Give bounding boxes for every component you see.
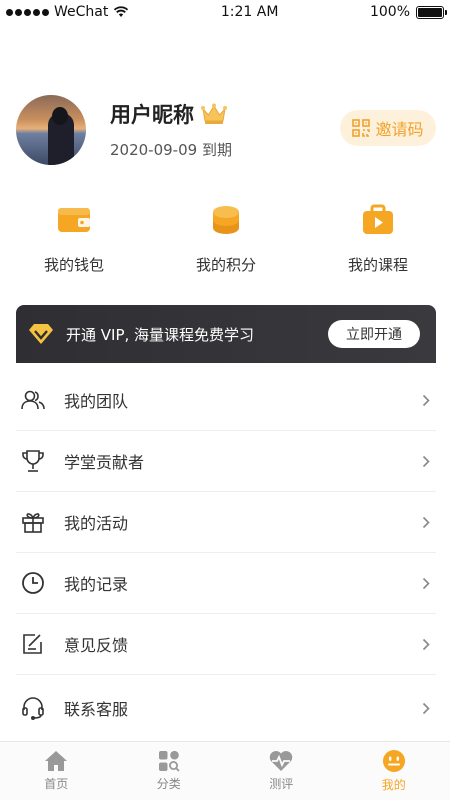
category-icon [158,750,180,772]
tab-category[interactable]: 分类 [113,742,226,800]
quick-actions: 我的钱包 我的积分 我的课程 [0,200,450,280]
avatar[interactable] [16,95,86,165]
courses-action[interactable]: 我的课程 [318,200,438,275]
menu-item-team[interactable]: 我的团队 [16,370,436,431]
qrcode-icon [352,119,371,137]
chevron-right-icon [422,394,430,406]
clock-time: 1:21 AM [220,4,279,20]
nickname-row: 用户昵称 [110,99,228,129]
tab-label-assessment: 测评 [269,777,294,791]
carrier-group: WeChat [6,4,129,20]
menu-item-feedback[interactable]: 意见反馈 [16,614,436,675]
nickname: 用户昵称 [110,103,194,127]
home-icon [45,751,68,771]
tab-mine[interactable]: 我的 [338,742,450,800]
trophy-icon [22,450,44,472]
membership-expiry: 2020-09-09 到期 [110,141,232,159]
signal-icon [6,8,49,16]
menu-item-activities[interactable]: 我的活动 [16,492,436,553]
smile-face-icon [382,750,405,772]
clock-icon [22,572,44,594]
battery-group: 100% [369,4,447,20]
wallet-icon [58,208,90,232]
status-bar: WeChat 1:21 AM 100% [0,0,450,24]
chevron-right-icon [422,577,430,589]
tab-assessment[interactable]: 测评 [225,742,338,800]
points-action[interactable]: 我的积分 [166,200,286,275]
vip-diamond-icon [29,324,53,344]
menu-label-contributors: 学堂贡献者 [64,453,145,472]
menu-label-team: 我的团队 [64,392,129,411]
wifi-icon [114,6,129,17]
team-icon [21,390,45,410]
profile-header: 用户昵称 2020-09-09 到期 邀请码 [16,95,436,167]
vip-promo-text: 开通 VIP, 海量课程免费学习 [66,325,255,344]
chevron-right-icon [422,638,430,650]
chevron-right-icon [422,455,430,467]
chevron-right-icon [422,702,430,714]
menu-list: 我的团队 学堂贡献者 我的活动 我的记录 意见反馈 联系客服 [16,370,436,741]
vip-open-button[interactable]: 立即开通 [328,320,420,348]
courses-label: 我的课程 [347,256,408,274]
wallet-label: 我的钱包 [43,256,104,274]
menu-label-support: 联系客服 [64,700,129,719]
crown-icon [201,103,227,124]
invite-code-label: 邀请码 [375,120,424,139]
menu-label-feedback: 意见反馈 [64,636,129,655]
menu-label-records: 我的记录 [64,575,129,594]
battery-percent: 100% [369,4,410,20]
gift-icon [22,513,44,533]
headset-icon [22,697,44,720]
tab-label-mine: 我的 [381,778,406,792]
vip-banner: 开通 VIP, 海量课程免费学习 立即开通 [16,305,436,363]
coins-icon [213,206,239,234]
feedback-icon [23,634,42,654]
course-icon [363,204,393,234]
carrier-label: WeChat [54,4,109,20]
menu-item-support[interactable]: 联系客服 [16,675,436,741]
tab-label-category: 分类 [156,777,181,791]
wallet-action[interactable]: 我的钱包 [14,200,134,275]
menu-item-contributors[interactable]: 学堂贡献者 [16,431,436,492]
points-label: 我的积分 [195,256,256,274]
menu-label-activities: 我的活动 [64,514,129,533]
bottom-tab-bar: 首页 分类 测评 我的 [0,741,450,800]
heart-pulse-icon [270,751,293,771]
menu-item-records[interactable]: 我的记录 [16,553,436,614]
tab-home[interactable]: 首页 [0,742,113,800]
invite-code-button[interactable]: 邀请码 [340,110,436,146]
chevron-right-icon [422,516,430,528]
tab-label-home: 首页 [44,777,69,791]
battery-icon [416,5,447,19]
